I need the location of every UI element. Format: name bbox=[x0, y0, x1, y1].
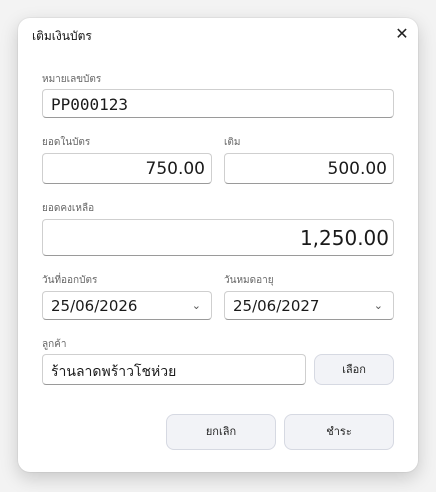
customer-value: ร้านลาดพร้าวโชห่วย bbox=[51, 364, 177, 380]
dialog-title: เติมเงินบัตร bbox=[32, 29, 92, 43]
customer-field[interactable]: ร้านลาดพร้าวโชห่วย bbox=[42, 354, 306, 385]
issue-date-picker[interactable]: 25/06/2026 ⌄ bbox=[42, 291, 212, 320]
card-number-value: PP000123 bbox=[51, 95, 129, 114]
issue-date-label: วันที่ออกบัตร bbox=[42, 275, 98, 286]
issue-date-value: 25/06/2026 bbox=[51, 297, 138, 315]
expiry-date-picker[interactable]: 25/06/2027 ⌄ bbox=[224, 291, 394, 320]
chevron-down-icon: ⌄ bbox=[373, 299, 383, 312]
remaining-field[interactable]: 1,250.00 bbox=[42, 219, 394, 256]
cancel-button[interactable]: ยกเลิก bbox=[166, 414, 276, 450]
topup-value: 500.00 bbox=[327, 159, 387, 179]
customer-label: ลูกค้า bbox=[42, 339, 67, 350]
card-number-label: หมายเลขบัตร bbox=[42, 74, 102, 85]
card-number-field[interactable]: PP000123 bbox=[42, 89, 394, 118]
remaining-value: 1,250.00 bbox=[299, 226, 389, 250]
topup-dialog: เติมเงินบัตร ✕ หมายเลขบัตร PP000123 ยอดใ… bbox=[18, 18, 418, 472]
pay-button[interactable]: ชำระ bbox=[284, 414, 394, 450]
balance-field[interactable]: 750.00 bbox=[42, 153, 212, 184]
remaining-label: ยอดคงเหลือ bbox=[42, 203, 95, 214]
balance-label: ยอดในบัตร bbox=[42, 137, 91, 148]
expiry-date-value: 25/06/2027 bbox=[233, 297, 320, 315]
chevron-down-icon: ⌄ bbox=[191, 299, 201, 312]
select-customer-button[interactable]: เลือก bbox=[314, 354, 394, 385]
topup-label: เติม bbox=[224, 137, 241, 148]
expiry-date-label: วันหมดอายุ bbox=[224, 275, 274, 286]
close-icon[interactable]: ✕ bbox=[392, 24, 412, 44]
balance-value: 750.00 bbox=[145, 159, 205, 179]
topup-field[interactable]: 500.00 bbox=[224, 153, 394, 184]
